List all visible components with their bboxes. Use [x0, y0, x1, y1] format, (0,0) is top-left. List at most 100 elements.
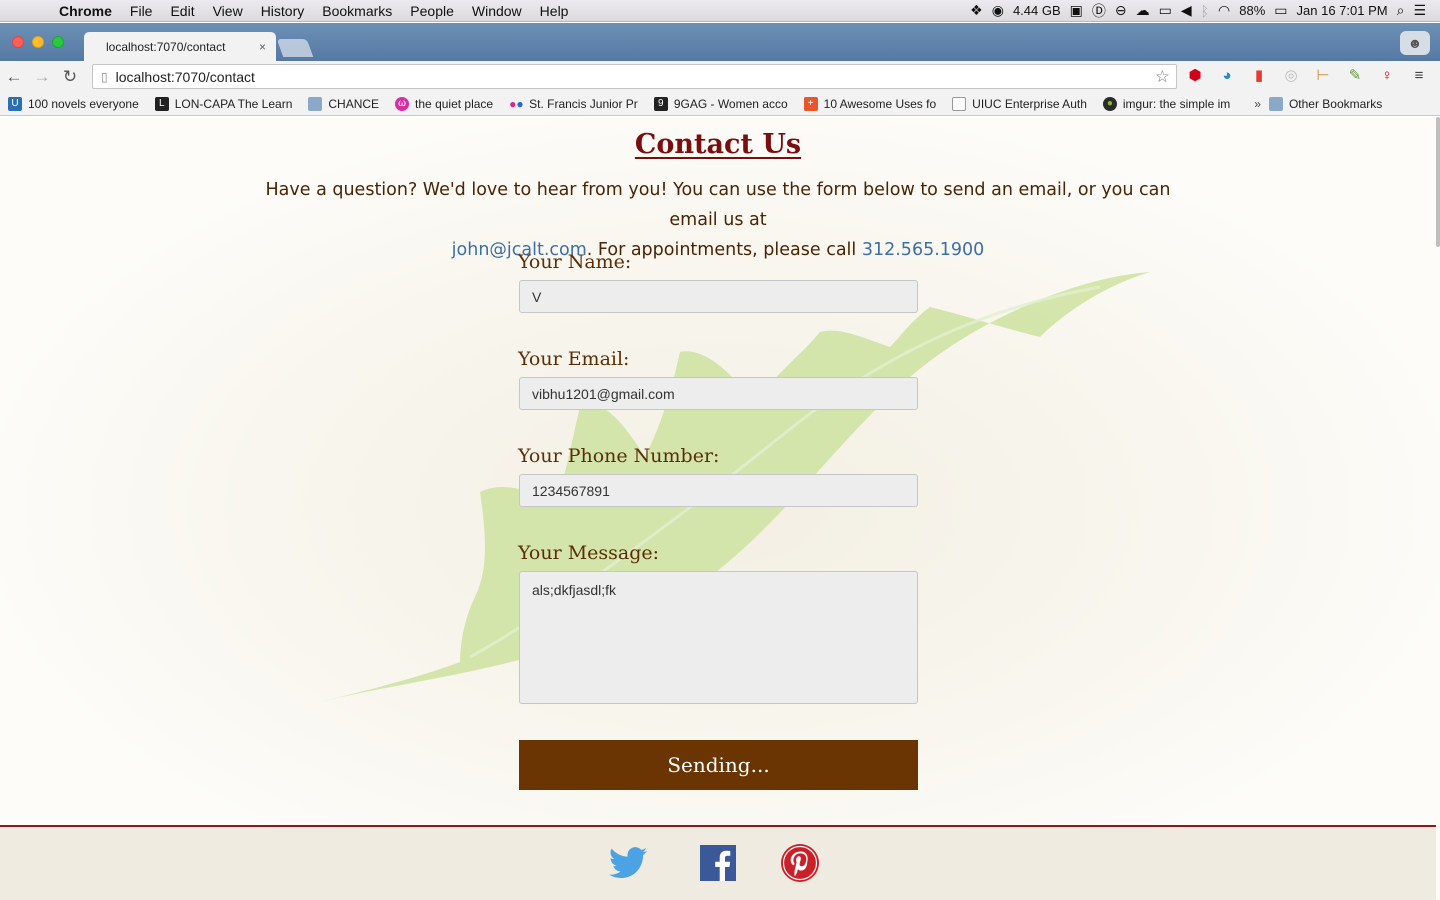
extension-blue-icon[interactable]: ◕ [1215, 65, 1239, 87]
plus-icon: + [803, 96, 818, 111]
bookmark-label: 9GAG - Women acco [673, 96, 788, 111]
spotlight-search-icon[interactable]: ⌕ [1397, 2, 1405, 19]
extensions: ⬢ ◕ ▮ ◎ ⊢ ✎ ♀ ≡ [1183, 65, 1431, 87]
wifi-icon[interactable]: ◠ [1218, 2, 1230, 19]
extension-pin-icon[interactable]: ♀ [1375, 65, 1399, 87]
battery-percent: 88% [1239, 3, 1266, 18]
bookmark-label: LON-CAPA The Learn [174, 96, 293, 111]
twitter-icon[interactable] [608, 843, 648, 883]
bookmark-label: St. Francis Junior Pr [529, 96, 638, 111]
page-scrollbar[interactable] [1436, 117, 1440, 247]
bookmark-label: 100 novels everyone [28, 96, 139, 111]
menu-window[interactable]: Window [463, 3, 531, 19]
sync-icon[interactable]: ⊖ [1115, 2, 1127, 19]
browser-toolbar: ← → ↻ ▯ localhost:7070/contact ☆ ⬢ ◕ ▮ ◎… [0, 61, 1440, 92]
dropbox-icon[interactable]: ❖ [970, 2, 983, 19]
volume-icon[interactable]: ◀ [1181, 2, 1192, 19]
adblock-icon[interactable]: ⬢ [1183, 65, 1207, 87]
incognito-profile-icon[interactable]: ☻ [1400, 31, 1430, 55]
name-label: Your Name: [518, 251, 632, 273]
battery-icon[interactable]: ▭ [1274, 2, 1287, 19]
lon-capa-icon: L [154, 96, 169, 111]
bookmark-imgur[interactable]: ● imgur: the simple im [1102, 96, 1231, 111]
memory-gauge-icon[interactable]: ◉ [992, 2, 1004, 19]
message-textarea[interactable]: als;dkfjasdl;fk [519, 571, 918, 704]
chrome-menu-icon[interactable]: ≡ [1407, 65, 1431, 87]
cloud-icon[interactable]: ☁ [1136, 2, 1150, 19]
bookmark-chance[interactable]: CHANCE [308, 96, 380, 111]
intro-text: Have a question? We'd love to hear from … [265, 180, 1171, 230]
bluetooth-icon[interactable]: ᛒ [1201, 3, 1209, 19]
bookmark-9gag[interactable]: 9 9GAG - Women acco [653, 96, 788, 111]
extension-tag-icon[interactable]: ⊢ [1311, 65, 1335, 87]
menu-view[interactable]: View [204, 3, 252, 19]
menu-people[interactable]: People [401, 3, 463, 19]
bookmark-label: imgur: the simple im [1122, 96, 1231, 111]
extension-red-book-icon[interactable]: ▮ [1247, 65, 1271, 87]
airplay-icon[interactable]: ▭ [1159, 2, 1172, 19]
u-icon: U [8, 96, 22, 111]
tab-strip: localhost:7070/contact × ☻ [0, 23, 1440, 61]
bookmark-10-awesome[interactable]: +10 Awesome Uses fo [803, 96, 937, 111]
extension-grey-icon[interactable]: ◎ [1279, 65, 1303, 87]
bookmarks-overflow-icon[interactable]: » [1254, 97, 1261, 111]
folder-icon [1268, 96, 1283, 111]
bookmark-label: CHANCE [328, 96, 380, 111]
notification-center-icon[interactable]: ☰ [1413, 2, 1426, 19]
menu-extras: ❖ ◉ 4.44 GB ▣ Ⓓ ⊖ ☁ ▭ ◀ ᛒ ◠ 88% ▭ Jan 16… [970, 1, 1440, 21]
phone-link[interactable]: 312.565.1900 [862, 240, 984, 260]
mac-menu-bar: Chrome File Edit View History Bookmarks … [0, 0, 1440, 22]
name-input[interactable]: V [519, 280, 918, 313]
email-input[interactable]: vibhu1201@gmail.com [519, 377, 918, 410]
window-close-button[interactable] [12, 36, 24, 48]
bookmark-100-novels[interactable]: U 100 novels everyone [8, 96, 139, 111]
bookmark-lon-capa[interactable]: L LON-CAPA The Learn [154, 96, 293, 111]
pinterest-icon[interactable] [780, 843, 820, 883]
bookmark-star-icon[interactable]: ☆ [1155, 67, 1170, 87]
forward-icon[interactable]: → [28, 67, 56, 87]
page-icon [952, 96, 967, 111]
menu-app-chrome[interactable]: Chrome [50, 3, 121, 19]
page-content: Contact Us Have a question? We'd love to… [0, 117, 1440, 900]
menu-help[interactable]: Help [531, 3, 578, 19]
back-icon[interactable]: ← [0, 67, 28, 87]
page-info-icon[interactable]: ▯ [101, 70, 108, 84]
bookmarks-bar: U 100 novels everyone L LON-CAPA The Learn… [0, 92, 1440, 116]
bookmark-st-francis[interactable]: ●● St. Francis Junior Pr [509, 97, 638, 111]
bookmark-label: UIUC Enterprise Auth [972, 96, 1087, 111]
status-d-icon[interactable]: Ⓓ [1092, 1, 1106, 21]
tab-title: localhost:7070/contact [106, 39, 226, 54]
quiet-place-icon: ω [395, 96, 410, 111]
tab-contact[interactable]: localhost:7070/contact × [84, 32, 276, 61]
window-minimize-button[interactable] [32, 36, 44, 48]
flickr-dots-icon: ●● [509, 96, 524, 111]
bookmark-uiuc[interactable]: UIUC Enterprise Auth [952, 96, 1087, 111]
page-title: Contact Us [634, 129, 802, 160]
display-icon[interactable]: ▣ [1070, 2, 1083, 19]
facebook-icon[interactable] [698, 843, 738, 883]
send-button[interactable]: Sending... [519, 740, 918, 790]
menu-file[interactable]: File [121, 3, 162, 19]
phone-label: Your Phone Number: [518, 445, 720, 467]
clock[interactable]: Jan 16 7:01 PM [1297, 3, 1388, 18]
bookmark-label: 10 Awesome Uses fo [823, 96, 937, 111]
intro-paragraph: Have a question? We'd love to hear from … [250, 175, 1186, 265]
menu-edit[interactable]: Edit [161, 3, 203, 19]
bookmark-other[interactable]: Other Bookmarks [1268, 96, 1382, 111]
reload-icon[interactable]: ↻ [56, 67, 84, 87]
message-label: Your Message: [518, 542, 660, 564]
address-bar[interactable]: ▯ localhost:7070/contact ☆ [92, 64, 1177, 89]
menu-history[interactable]: History [252, 3, 314, 19]
memory-readout: 4.44 GB [1012, 3, 1061, 18]
imgur-icon: ● [1102, 96, 1117, 111]
bookmark-quiet-place[interactable]: ω the quiet place [395, 96, 494, 111]
tab-close-icon[interactable]: × [259, 40, 266, 54]
extension-dropper-icon[interactable]: ✎ [1343, 65, 1367, 87]
menu-bookmarks[interactable]: Bookmarks [313, 3, 401, 19]
bookmark-label: the quiet place [415, 96, 494, 111]
address-url[interactable]: localhost:7070/contact [116, 69, 255, 85]
phone-input[interactable]: 1234567891 [519, 474, 918, 507]
new-tab-button[interactable] [276, 39, 314, 57]
window-zoom-button[interactable] [52, 36, 64, 48]
email-label: Your Email: [518, 348, 630, 370]
